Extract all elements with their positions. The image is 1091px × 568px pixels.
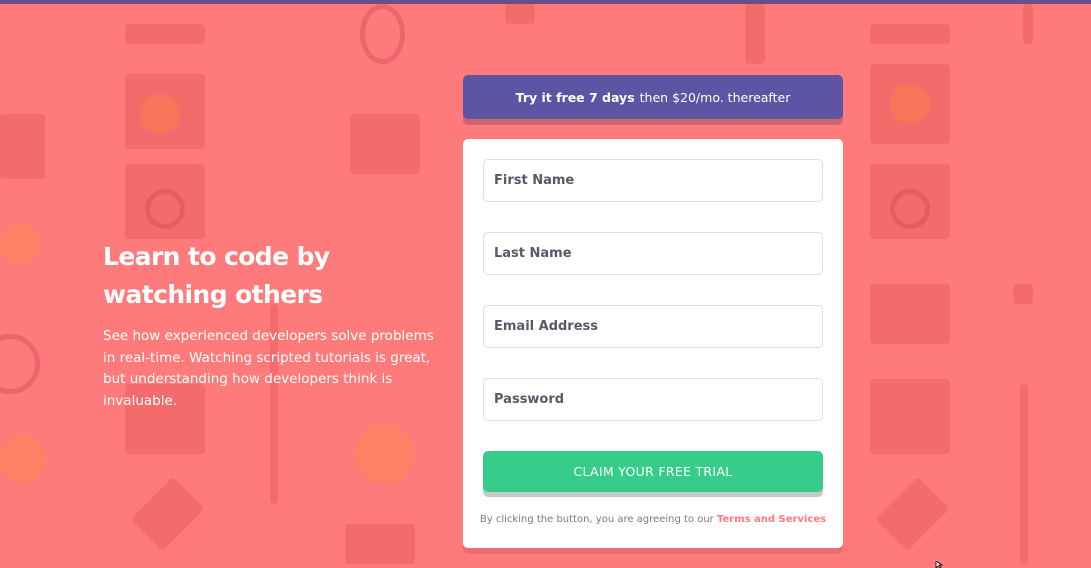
mouse-cursor-icon (935, 561, 944, 568)
hero-description: See how experienced developers solve pro… (103, 328, 434, 409)
terms-link[interactable]: Terms and Services (717, 514, 826, 525)
terms-prefix: By clicking the button, you are agreeing… (479, 514, 714, 525)
hero-section: Learn to code by watching others See how… (103, 238, 448, 412)
email-input[interactable] (483, 305, 823, 348)
background-edge (953, 4, 1091, 568)
signup-form: CLAIM YOUR FREE TRIAL By clicking the bu… (463, 139, 843, 548)
promo-strong-text: Try it free 7 days (515, 89, 635, 105)
claim-trial-button[interactable]: CLAIM YOUR FREE TRIAL (483, 451, 823, 492)
last-name-input[interactable] (483, 232, 823, 275)
terms-notice: By clicking the button, you are agreeing… (463, 514, 843, 525)
password-input[interactable] (483, 378, 823, 421)
hero-title: Learn to code by watching others (103, 242, 330, 309)
first-name-input[interactable] (483, 159, 823, 202)
promo-banner: Try it free 7 days then $20/mo. thereaft… (463, 75, 843, 119)
promo-rest-text: then $20/mo. thereafter (639, 89, 791, 105)
